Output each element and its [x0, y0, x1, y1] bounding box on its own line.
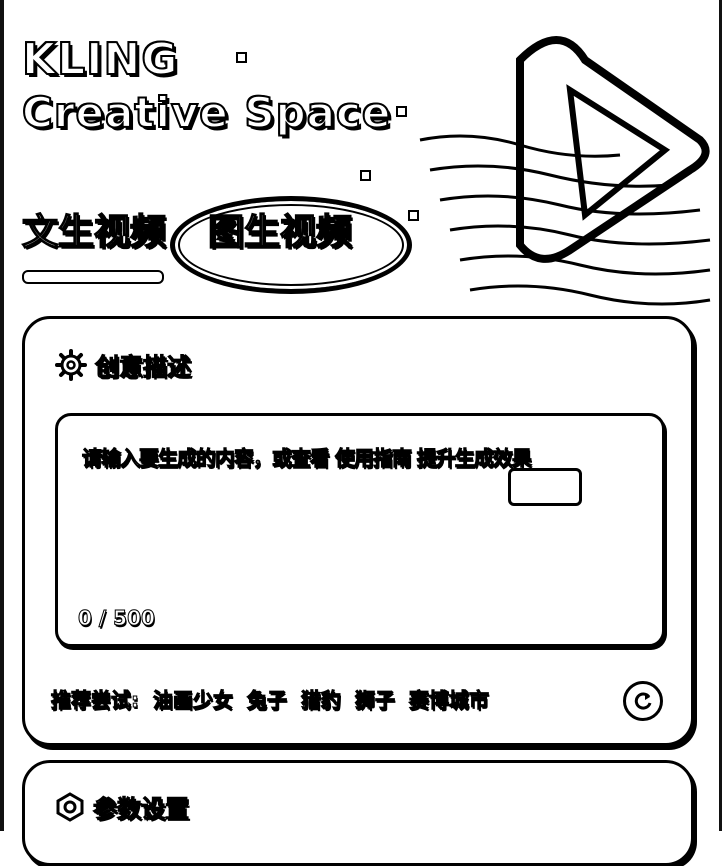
suggestion-chip[interactable]: 狮子 [355, 684, 396, 713]
prompt-placeholder: 请输入要生成的内容，或查看 使用指南 提升生成效果 [82, 446, 533, 471]
suggestion-chip[interactable]: 赛博城市 [409, 684, 490, 713]
tab-text-to-video[interactable]: 文生视频 [21, 210, 167, 256]
char-counter: 0 / 500 [78, 606, 156, 631]
params-card-header: 参数设置 [55, 789, 190, 824]
guide-link-button[interactable] [508, 468, 582, 506]
params-card-title: 参数设置 [93, 795, 190, 824]
play-logo-icon [419, 36, 711, 306]
tab-image-to-video[interactable]: 图生视频 [207, 210, 353, 256]
window-frame-left [0, 0, 4, 831]
gear-icon [55, 348, 87, 381]
decorative-dot [396, 106, 407, 117]
suggestion-chip[interactable]: 兔子 [247, 684, 288, 713]
description-card: 创意描述 请输入要生成的内容，或查看 使用指南 提升生成效果 0 / 500 推… [22, 316, 694, 746]
decorative-dot [236, 52, 247, 63]
refresh-suggestions-button[interactable] [623, 681, 663, 721]
suggestion-chip[interactable]: 猎豹 [301, 684, 342, 713]
suggestion-chip[interactable]: 油画少女 [153, 684, 234, 713]
suggestion-row: 推荐尝试: 油画少女 兔子 猎豹 狮子 赛博城市 [51, 679, 671, 717]
logo-kling: KLING [21, 33, 179, 86]
refresh-icon [634, 692, 652, 710]
decorative-dot [408, 210, 419, 221]
logo-creative-space: Creative Space [21, 87, 392, 138]
suggestion-label: 推荐尝试: [51, 687, 140, 712]
decorative-dot [360, 170, 371, 181]
description-card-title: 创意描述 [95, 353, 192, 382]
active-tab-indicator [22, 270, 164, 284]
settings-icon [56, 791, 84, 822]
params-card: 参数设置 [22, 760, 694, 866]
description-card-header: 创意描述 [55, 347, 192, 382]
prompt-input[interactable]: 请输入要生成的内容，或查看 使用指南 提升生成效果 0 / 500 [55, 413, 665, 647]
